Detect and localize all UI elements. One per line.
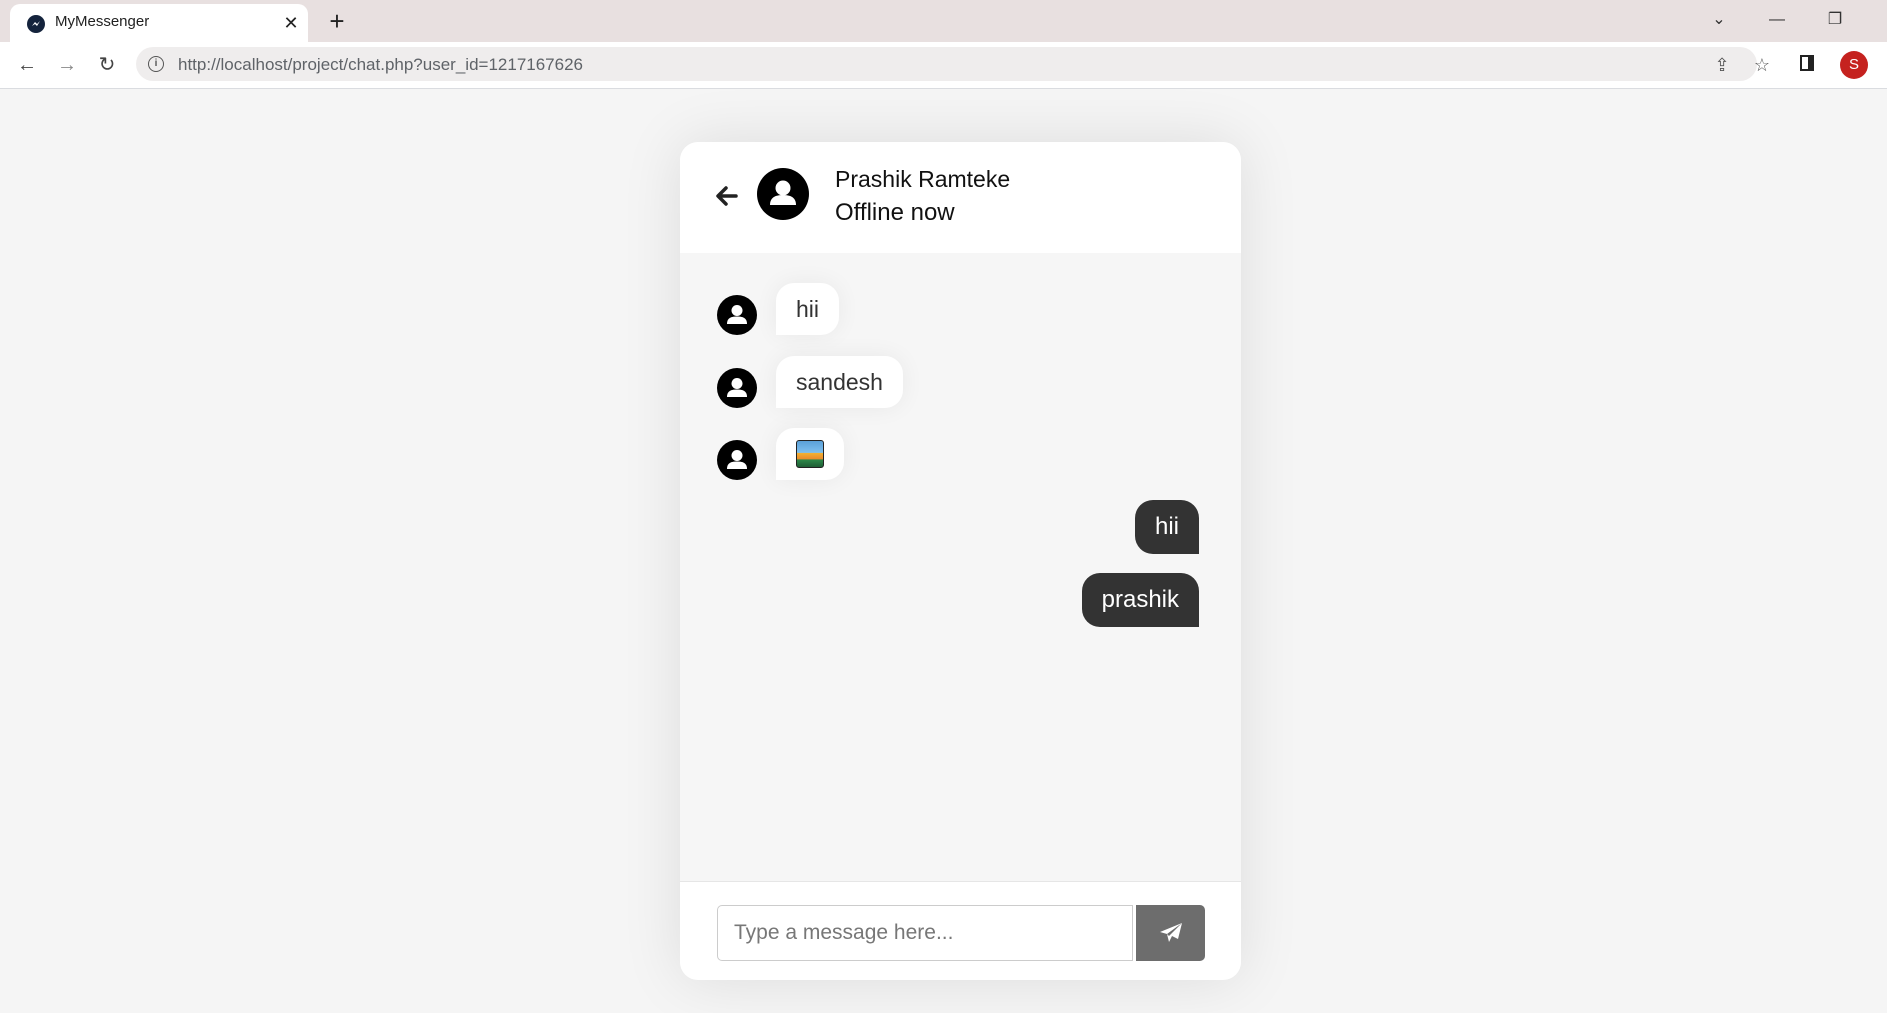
contact-status: Offline now xyxy=(835,199,955,226)
back-nav-icon[interactable]: ← xyxy=(12,50,42,80)
tab-close-icon[interactable]: ✕ xyxy=(279,11,303,35)
bookmark-star-icon[interactable]: ☆ xyxy=(1751,54,1773,76)
browser-tab-bar: MyMessenger ✕ + ⌄ — ❐ xyxy=(0,0,1887,42)
typing-area xyxy=(680,881,1241,980)
share-icon[interactable]: ⇪ xyxy=(1711,54,1733,76)
contact-name: Prashik Ramteke xyxy=(835,166,1011,192)
profile-avatar[interactable]: S xyxy=(1840,51,1868,79)
send-button[interactable] xyxy=(1136,905,1205,961)
outgoing-message-bubble: hii xyxy=(1134,500,1199,554)
message-input[interactable] xyxy=(717,905,1133,961)
messenger-favicon-icon xyxy=(27,15,45,33)
new-tab-button[interactable]: + xyxy=(324,8,350,34)
incoming-message-bubble: hii xyxy=(776,283,840,335)
forward-nav-icon[interactable]: → xyxy=(52,50,82,80)
user-avatar-icon xyxy=(757,168,809,220)
back-arrow-icon[interactable] xyxy=(713,182,741,210)
sender-avatar-icon xyxy=(717,440,757,480)
incoming-message-bubble: sandesh xyxy=(776,356,903,408)
reload-icon[interactable]: ↻ xyxy=(92,50,122,80)
address-bar[interactable]: i http://localhost/project/chat.php?user… xyxy=(136,47,1770,81)
browser-toolbar: ← → ↻ i http://localhost/project/chat.ph… xyxy=(0,42,1887,89)
incoming-image-bubble xyxy=(776,428,844,480)
minimize-icon[interactable]: — xyxy=(1762,8,1792,32)
sender-avatar-icon xyxy=(717,295,757,335)
url-text[interactable]: http://localhost/project/chat.php?user_i… xyxy=(178,55,583,75)
sender-avatar-icon xyxy=(717,368,757,408)
site-info-icon[interactable]: i xyxy=(148,56,164,72)
tab-search-chevron-icon[interactable]: ⌄ xyxy=(1704,8,1734,32)
browser-tab[interactable]: MyMessenger ✕ xyxy=(10,4,308,42)
side-panel-icon[interactable] xyxy=(1800,55,1814,71)
chat-card: Prashik Ramteke Offline now hii sandesh … xyxy=(680,142,1241,980)
tab-title: MyMessenger xyxy=(55,13,150,30)
image-icon[interactable] xyxy=(796,439,824,468)
paper-plane-icon xyxy=(1160,923,1182,942)
restore-icon[interactable]: ❐ xyxy=(1820,8,1850,32)
chat-messages[interactable]: hii sandesh hii prashik xyxy=(680,253,1241,881)
outgoing-message-bubble: prashik xyxy=(1081,573,1199,627)
chat-header: Prashik Ramteke Offline now xyxy=(680,142,1241,254)
